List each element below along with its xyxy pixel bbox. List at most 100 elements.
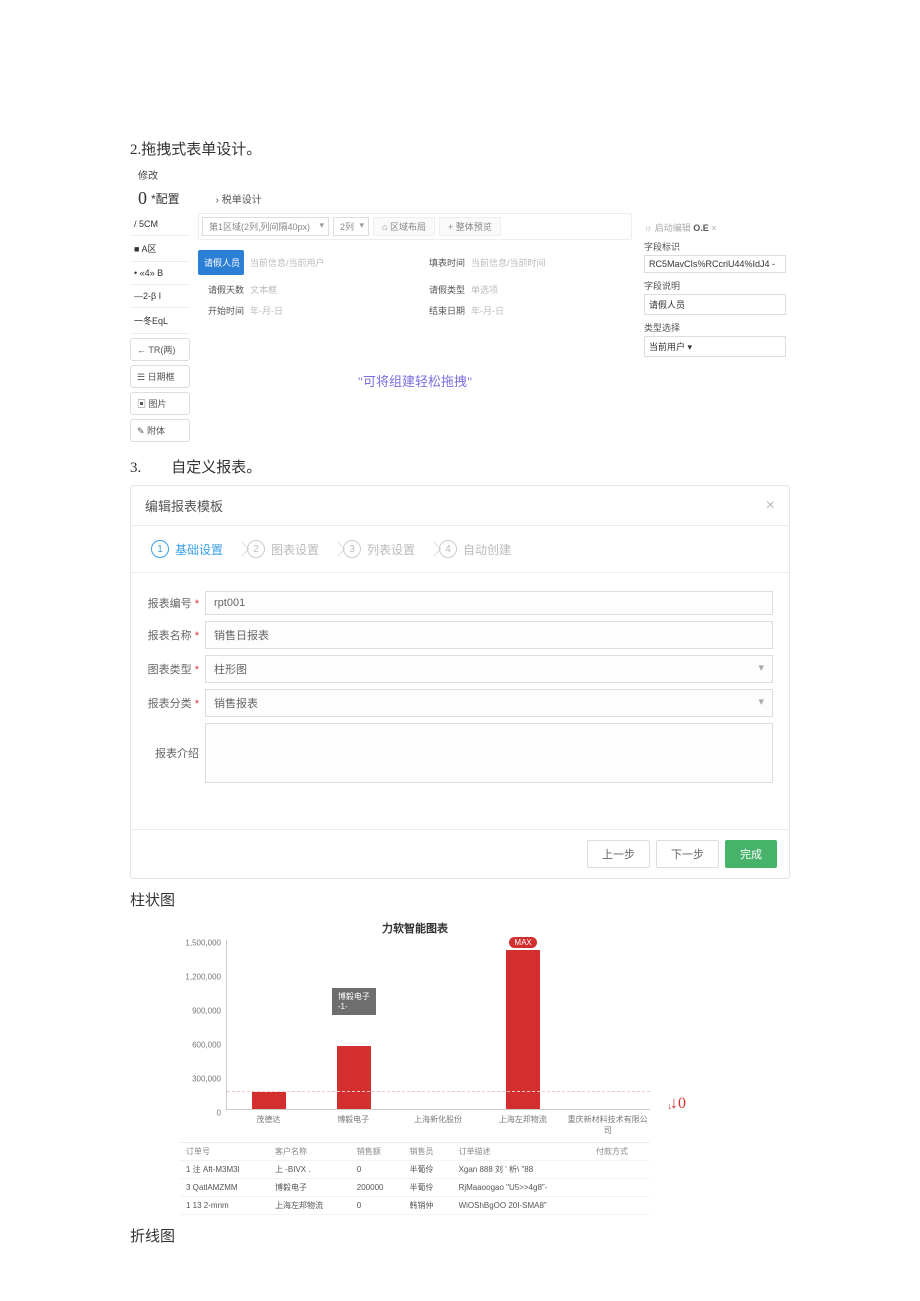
table-cell: RjMaaoogao "U5>>4g8"- xyxy=(453,1179,590,1197)
done-button[interactable]: 完成 xyxy=(725,840,777,868)
drop-hint: "可将组建轻松拖拽" xyxy=(198,321,632,410)
canvas: 第1区域(2列,列间隔40px) 2列 ⌂ 区域布局 + 整体预览 请假人员当前… xyxy=(198,213,632,446)
table-cell: 半葡伶 xyxy=(404,1179,453,1197)
form-canvas[interactable]: 请假人员当前信息/当前用户填表时间当前信息/当前时间请假天数文本框请假类型单选项… xyxy=(198,246,632,410)
table-cell: 博毅电子 xyxy=(269,1179,351,1197)
palette-item[interactable]: ← TR(两) xyxy=(130,338,190,361)
field-label: 报表介绍 xyxy=(147,745,205,761)
field-label: 报表编号 * xyxy=(147,595,205,611)
layout-button[interactable]: ⌂ 区域布局 xyxy=(373,217,435,236)
bar-slot xyxy=(227,940,312,1109)
region-select[interactable]: 第1区域(2列,列间隔40px) xyxy=(202,217,329,236)
field-input[interactable]: rpt001 xyxy=(205,591,773,615)
wizard-steps: 1基础设置2图表设置3列表设置4自动创建 xyxy=(131,526,789,573)
table-header: 销售额 xyxy=(351,1143,404,1161)
form-field-value[interactable]: 年-月-日 xyxy=(471,304,632,317)
table-cell: 1 13 2-mnm xyxy=(180,1197,269,1215)
section-2-title: 2.拖拽式表单设计。 xyxy=(130,138,790,159)
canvas-toolbar: 第1区域(2列,列间隔40px) 2列 ⌂ 区域布局 + 整体预览 xyxy=(198,213,632,240)
bar-chart: 力软智能图表 博毅电子-1-MAX ↓ ↓0 0300,000600,00090… xyxy=(180,912,650,1136)
table-row: 3 QatlAMZMM博毅电子200000半葡伶RjMaaoogao "U5>>… xyxy=(180,1179,650,1197)
palette-static: ■ A区 xyxy=(130,236,190,262)
section-3-title: 3. 自定义报表。 xyxy=(130,456,790,477)
y-tick: 1,500,000 xyxy=(177,939,221,948)
table-cell: 0 xyxy=(351,1161,404,1179)
preview-button[interactable]: + 整体预览 xyxy=(439,217,501,236)
form-field-value[interactable]: 当前信息/当前用户 xyxy=(250,256,411,269)
wizard-step[interactable]: 2图表设置 xyxy=(241,536,337,562)
palette-item[interactable]: ☰ 日期框 xyxy=(130,365,190,388)
line-chart-heading: 折线图 xyxy=(130,1225,790,1246)
prev-button[interactable]: 上一步 xyxy=(587,840,650,868)
table-cell: 1 注 Aft-M3M3l xyxy=(180,1161,269,1179)
palette-item[interactable]: ✎ 附体 xyxy=(130,419,190,442)
form-field-value[interactable]: 当前信息/当前时间 xyxy=(471,256,632,269)
bar-slot: MAX xyxy=(481,940,566,1109)
table-header: 客户名称 xyxy=(269,1143,351,1161)
table-row: 1 注 Aft-M3M3l上 -BIVX .0半葡伶Xgan 888 刘 ' 析… xyxy=(180,1161,650,1179)
x-tick: 上海新化股份 xyxy=(396,1110,481,1136)
bar-slot: 博毅电子-1- xyxy=(312,940,397,1109)
bar[interactable] xyxy=(506,950,540,1109)
field-input[interactable]: 柱形图▾ xyxy=(205,655,773,683)
form-field-value[interactable]: 年-月-日 xyxy=(250,304,411,317)
bar-chart-heading: 柱状图 xyxy=(130,889,790,910)
bar-badge: MAX xyxy=(509,937,536,948)
chart-plot-area: 博毅电子-1-MAX ↓ ↓0 0300,000600,000900,0001,… xyxy=(226,940,650,1110)
table-cell: 3 QatlAMZMM xyxy=(180,1179,269,1197)
table-cell xyxy=(590,1161,650,1179)
bar[interactable] xyxy=(252,1092,286,1109)
props-header: ☼ 启动编辑 O.E × xyxy=(644,221,786,234)
x-tick: 重庆新材料技术有限公司 xyxy=(565,1110,650,1136)
properties-panel: ☼ 启动编辑 O.E × 字段标识 RC5MavCIs%RCcriU44%IdJ4… xyxy=(640,213,790,446)
table-cell: 上 -BIVX . xyxy=(269,1161,351,1179)
form-field-label[interactable]: 填表时间 xyxy=(419,256,465,269)
close-icon[interactable]: × xyxy=(766,497,775,515)
form-field-value[interactable]: 单选项 xyxy=(471,283,632,296)
table-cell: 上海左邦物流 xyxy=(269,1197,351,1215)
cols-select[interactable]: 2列 xyxy=(333,217,369,236)
wizard-step[interactable]: 1基础设置 xyxy=(145,536,241,562)
table-cell xyxy=(590,1179,650,1197)
prop-input[interactable]: 请假人员 xyxy=(644,294,786,315)
form-designer: / 5CM ■ A区 • «4» B —2-β I 一冬EqL ← TR(两) … xyxy=(130,213,790,446)
form-field-label[interactable]: 请假人员 xyxy=(198,250,244,275)
form-field-label[interactable]: 结束日期 xyxy=(419,304,465,317)
table-header: 付款方式 xyxy=(590,1143,650,1161)
table-cell: 半葡伶 xyxy=(404,1161,453,1179)
table-cell: 0 xyxy=(351,1197,404,1215)
next-button[interactable]: 下一步 xyxy=(656,840,719,868)
palette-static: / 5CM xyxy=(130,213,190,236)
palette-static: • «4» B xyxy=(130,262,190,285)
table-header: 销售员 xyxy=(404,1143,453,1161)
field-textarea[interactable] xyxy=(205,723,773,783)
table-row: 1 13 2-mnm上海左邦物流0韩销仲WiOShBgOO 20I-SMA8" xyxy=(180,1197,650,1215)
form-field-label[interactable]: 开始时间 xyxy=(198,304,244,317)
form-field-value[interactable]: 文本框 xyxy=(250,283,411,296)
form-field-label[interactable]: 请假天数 xyxy=(198,283,244,296)
x-tick: 博毅电子 xyxy=(311,1110,396,1136)
prop-input[interactable]: 当前用户 ▾ xyxy=(644,336,786,357)
form-field-label[interactable]: 请假类型 xyxy=(419,283,465,296)
report-wizard: 编辑报表模板 × 1基础设置2图表设置3列表设置4自动创建 报表编号 *rpt0… xyxy=(130,485,790,879)
prop-label: 字段标识 xyxy=(644,240,786,253)
y-tick: 900,000 xyxy=(177,1007,221,1016)
bar-slot xyxy=(396,940,481,1109)
palette-item[interactable]: ▣ 图片 xyxy=(130,392,190,415)
field-input[interactable]: 销售日报表 xyxy=(205,621,773,649)
bar-tooltip: 博毅电子-1- xyxy=(332,988,376,1015)
y-tick: 1,200,000 xyxy=(177,973,221,982)
field-input[interactable]: 销售报表▾ xyxy=(205,689,773,717)
bar[interactable] xyxy=(337,1046,371,1109)
field-label: 图表类型 * xyxy=(147,661,205,677)
wizard-body: 报表编号 *rpt001报表名称 *销售日报表图表类型 *柱形图▾报表分类 *销… xyxy=(131,573,789,829)
y-tick: 300,000 xyxy=(177,1075,221,1084)
extra-marker: ↓0 xyxy=(670,1095,686,1113)
wizard-step[interactable]: 3列表设置 xyxy=(337,536,433,562)
x-tick: 上海左邦物流 xyxy=(480,1110,565,1136)
wizard-step[interactable]: 4自动创建 xyxy=(433,536,529,562)
table-cell: WiOShBgOO 20I-SMA8" xyxy=(453,1197,590,1215)
prop-input[interactable]: RC5MavCIs%RCcriU44%IdJ4 - xyxy=(644,255,786,273)
field-label: 报表名称 * xyxy=(147,627,205,643)
table-header: 订单号 xyxy=(180,1143,269,1161)
